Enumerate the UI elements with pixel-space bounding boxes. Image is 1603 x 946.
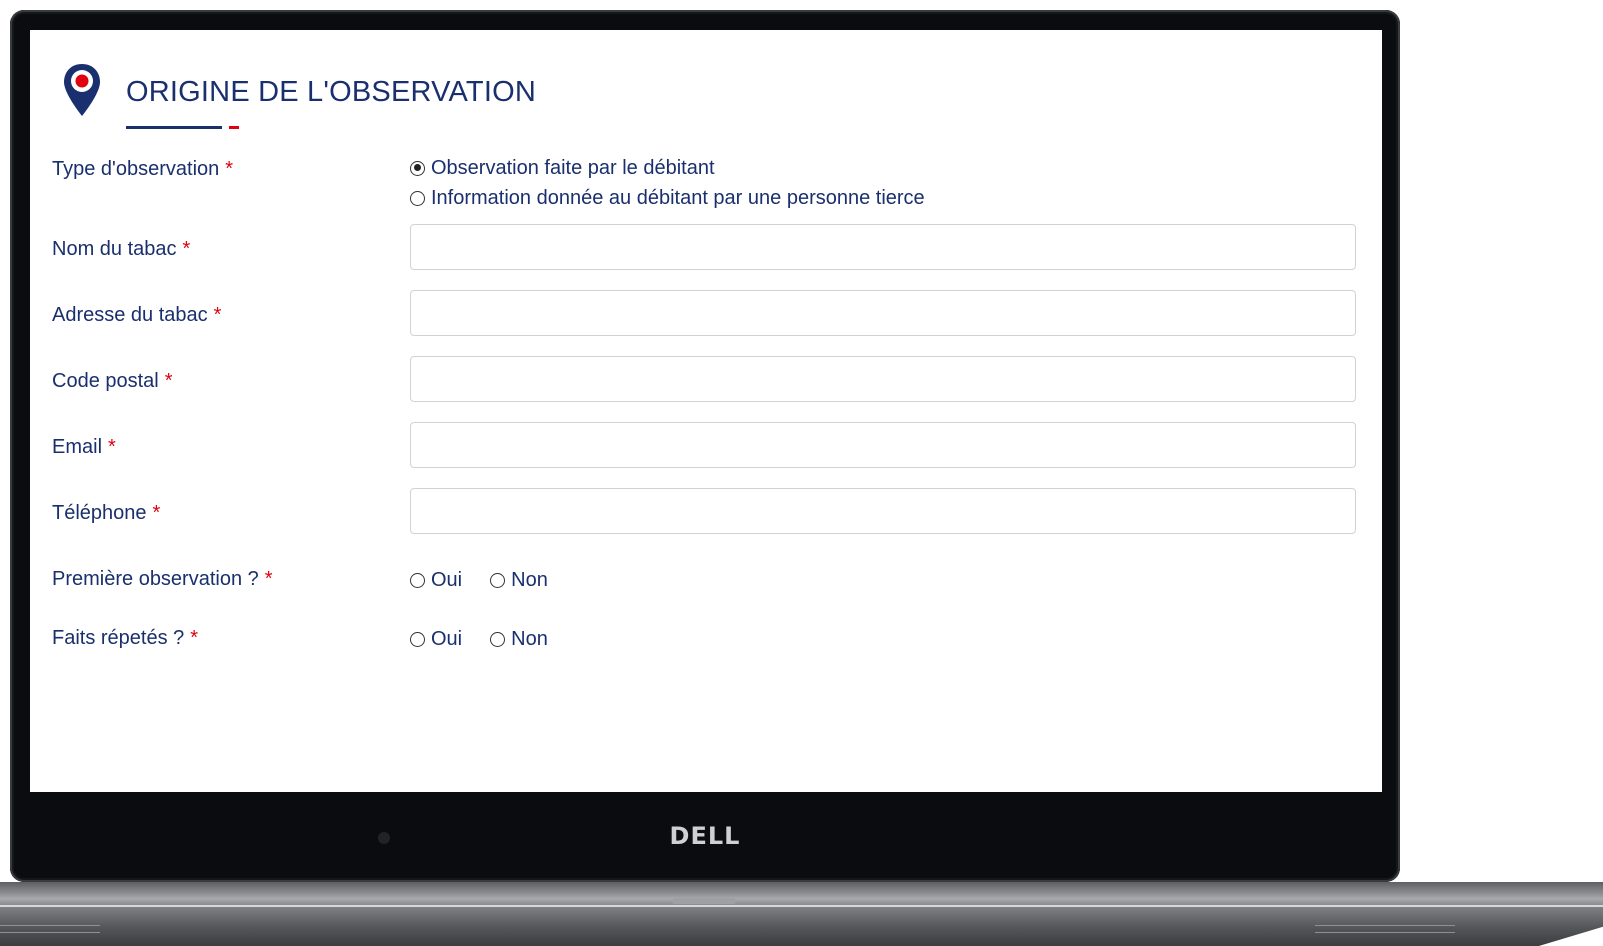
- radio-button[interactable]: [410, 190, 425, 206]
- radio-option-tierce[interactable]: Information donnée au débitant par une p…: [410, 183, 925, 213]
- radio-button-checked[interactable]: [410, 160, 425, 176]
- hinge-notch: [672, 898, 736, 904]
- required-mark: *: [152, 502, 161, 524]
- nom-tabac-label: Nom du tabac *: [52, 238, 190, 261]
- nom-tabac-label-text: Nom du tabac: [52, 238, 177, 260]
- adresse-tabac-label: Adresse du tabac *: [52, 304, 221, 327]
- radio-button[interactable]: [490, 632, 506, 647]
- radio-option-oui[interactable]: Oui: [410, 569, 462, 592]
- required-mark: *: [190, 627, 199, 649]
- email-label-text: Email: [52, 436, 103, 458]
- radio-option-non[interactable]: Non: [490, 569, 548, 592]
- adresse-tabac-input[interactable]: [410, 290, 1356, 336]
- section-header: ORIGINE DE L'OBSERVATION: [62, 62, 536, 129]
- radio-option-label: Information donnée au débitant par une p…: [431, 186, 925, 209]
- radio-option-label: Oui: [431, 569, 463, 591]
- faits-repetes-radios: Oui Non: [410, 628, 576, 651]
- required-mark: *: [108, 436, 116, 458]
- title-wrap: ORIGINE DE L'OBSERVATION: [126, 76, 536, 129]
- code-postal-label: Code postal *: [52, 370, 173, 393]
- base-edge: [0, 905, 1603, 907]
- screen: ORIGINE DE L'OBSERVATION Type d'observat…: [30, 30, 1382, 792]
- premiere-observation-label-text: Première observation ?: [52, 568, 259, 590]
- premiere-observation-label: Première observation ? *: [52, 568, 273, 591]
- vent-right: [1315, 925, 1455, 933]
- type-observation-label-text: Type d'observation: [52, 158, 220, 180]
- title-underline-blue: [126, 126, 222, 129]
- email-input[interactable]: [410, 422, 1356, 468]
- premiere-observation-radios: Oui Non: [410, 569, 576, 592]
- radio-option-non[interactable]: Non: [490, 628, 548, 651]
- required-mark: *: [213, 304, 222, 326]
- radio-option-label: Non: [511, 569, 548, 591]
- webcam-icon: [378, 832, 390, 844]
- type-observation-label: Type d'observation *: [52, 158, 233, 181]
- laptop-frame: DELL ORIGINE DE L'OBSERVATION Type d'obs…: [0, 0, 1603, 946]
- radio-option-label: Observation faite par le débitant: [431, 156, 715, 179]
- required-mark: *: [225, 158, 234, 180]
- radio-option-label: Oui: [431, 628, 463, 650]
- section-title: ORIGINE DE L'OBSERVATION: [126, 76, 536, 108]
- radio-button[interactable]: [410, 632, 425, 647]
- laptop-base: [0, 882, 1603, 946]
- telephone-input[interactable]: [410, 488, 1356, 534]
- faits-repetes-label-text: Faits répetés ?: [52, 627, 185, 649]
- location-pin-icon: [64, 64, 100, 116]
- title-underline-red: [229, 126, 239, 129]
- type-observation-radios: Observation faite par le débitant Inform…: [410, 153, 925, 213]
- adresse-tabac-label-text: Adresse du tabac: [52, 304, 208, 326]
- required-mark: *: [182, 238, 191, 260]
- brand-logo: DELL: [669, 822, 741, 850]
- radio-button[interactable]: [490, 573, 506, 588]
- radio-option-label: Non: [511, 628, 548, 650]
- radio-option-debitant[interactable]: Observation faite par le débitant: [410, 153, 925, 183]
- faits-repetes-label: Faits répetés ? *: [52, 627, 198, 650]
- radio-option-oui[interactable]: Oui: [410, 628, 462, 651]
- radio-button[interactable]: [410, 573, 425, 588]
- code-postal-label-text: Code postal: [52, 370, 159, 392]
- nom-tabac-input[interactable]: [410, 224, 1356, 270]
- telephone-label: Téléphone *: [52, 502, 160, 525]
- vent-left: [0, 925, 100, 933]
- required-mark: *: [164, 370, 173, 392]
- required-mark: *: [264, 568, 273, 590]
- code-postal-input[interactable]: [410, 356, 1356, 402]
- email-label: Email *: [52, 436, 116, 459]
- telephone-label-text: Téléphone: [52, 502, 147, 524]
